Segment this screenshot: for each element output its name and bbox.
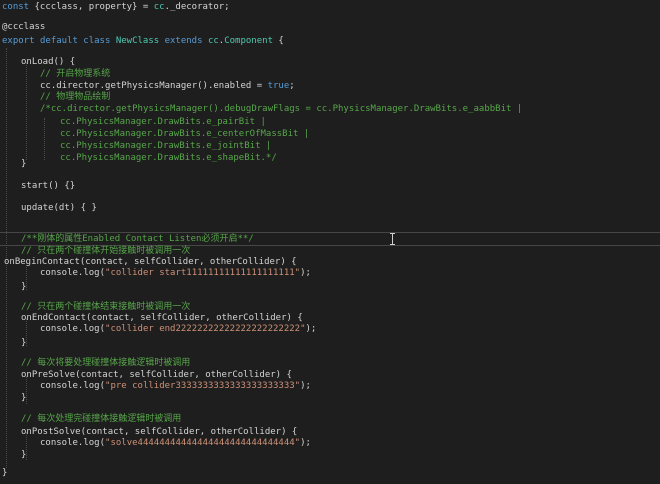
code-line[interactable]: console.log("collider start1111111111111…: [0, 266, 660, 280]
keyword: default: [39, 36, 78, 46]
brace: }: [2, 468, 8, 478]
code-line[interactable]: @ccclass: [0, 20, 660, 34]
brace: }: [21, 338, 27, 348]
comment: cc.PhysicsManager.DrawBits.e_centerOfMas…: [60, 129, 310, 139]
code-text: =: [137, 2, 154, 12]
brace: }: [21, 393, 27, 403]
string-literal: "solve44444444444444444444444444444": [105, 438, 301, 448]
comment: cc.PhysicsManager.DrawBits.e_jointBit |: [60, 141, 272, 151]
method-signature: onLoad() {: [21, 57, 76, 67]
code-line[interactable]: update(dt) { }: [0, 201, 660, 215]
code-text: );: [300, 438, 311, 448]
comment-line[interactable]: /*cc.director.getPhysicsManager().debugD…: [0, 102, 660, 116]
code-text: console.log(: [40, 268, 106, 278]
code-editor[interactable]: const {ccclass, property} = cc._decorato…: [0, 0, 660, 484]
keyword: class: [83, 36, 111, 46]
code-line[interactable]: }: [0, 157, 660, 171]
code-text: ._decorator;: [164, 2, 230, 12]
code-line[interactable]: }: [0, 336, 660, 350]
code-text: console.log(: [40, 324, 106, 334]
brace: }: [21, 159, 27, 169]
code-line[interactable]: start() {}: [0, 179, 660, 193]
code-line[interactable]: export default class NewClass extends cc…: [0, 34, 660, 48]
class-name: Component: [224, 36, 273, 46]
comment: // 物理物品绘制: [40, 92, 111, 102]
code-text: {ccclass, property}: [34, 2, 138, 12]
code-line[interactable]: console.log("collider end222222222222222…: [0, 322, 660, 336]
comment: /*cc.director.getPhysicsManager().debugD…: [40, 104, 523, 114]
comment: // 每次将要处理碰撞体接触逻辑时被调用: [21, 358, 191, 368]
string-literal: "pre collider3333333333333333333333": [105, 381, 301, 391]
text-cursor-icon: [390, 233, 395, 245]
code-line[interactable]: }: [0, 391, 660, 405]
namespace: cc: [207, 36, 219, 46]
code-text: );: [300, 268, 311, 278]
identifier: cc: [153, 2, 165, 12]
code-text: );: [300, 381, 311, 391]
string-literal: "collider start11111111111111111111": [105, 268, 301, 278]
comment: // 开启物理系统: [40, 69, 111, 79]
comment: cc.PhysicsManager.DrawBits.e_pairBit |: [60, 117, 266, 127]
comment: /**刚体的属性Enabled Contact Listen必须开启**/: [21, 234, 254, 244]
method-signature: start() {}: [21, 181, 76, 191]
code-line[interactable]: const {ccclass, property} = cc._decorato…: [0, 0, 660, 14]
keyword: const: [2, 2, 35, 12]
method-signature: update(dt) { }: [21, 203, 97, 213]
decorator: @ccclass: [2, 22, 46, 32]
comment: // 每次处理完碰撞体接触逻辑时被调用: [21, 414, 182, 424]
brace: }: [21, 450, 27, 460]
code-line[interactable]: }: [0, 280, 660, 294]
code-text: console.log(: [40, 381, 106, 391]
keyword: extends: [164, 36, 203, 46]
code-text: console.log(: [40, 438, 106, 448]
brace: }: [21, 282, 27, 292]
brace: {: [273, 36, 284, 46]
keyword: export: [2, 36, 35, 46]
comment-line[interactable]: // 每次处理完碰撞体接触逻辑时被调用: [0, 412, 660, 426]
code-text: );: [305, 324, 317, 334]
code-line[interactable]: }: [0, 448, 660, 462]
class-name: NewClass: [115, 36, 160, 46]
code-line[interactable]: }: [0, 466, 660, 480]
string-literal: "collider end22222222222222222222222": [105, 324, 306, 334]
